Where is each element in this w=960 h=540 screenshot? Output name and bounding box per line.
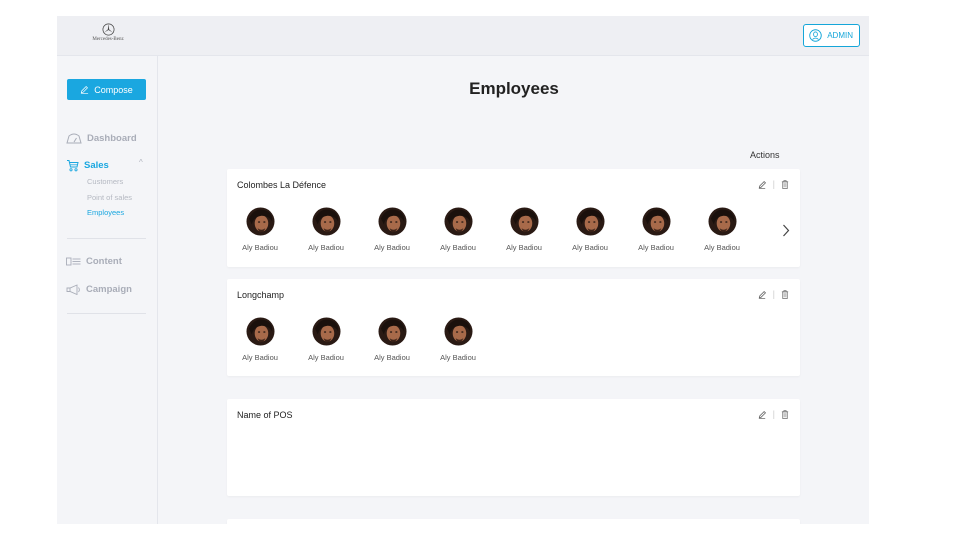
sidebar-item-label: Sales [84, 160, 109, 171]
chevron-up-icon[interactable]: ^ [139, 158, 143, 167]
avatar [509, 207, 539, 236]
card-actions: | [758, 179, 789, 189]
admin-label: ADMIN [827, 31, 853, 40]
sidebar-item-content[interactable]: Content [66, 256, 122, 267]
employee-item[interactable]: Aly Badiou [496, 207, 552, 252]
employee-item[interactable]: Aly Badiou [364, 207, 420, 252]
chevron-right-icon[interactable] [782, 224, 790, 237]
trash-icon[interactable] [781, 409, 789, 419]
separator-icon: | [772, 289, 775, 299]
employee-name: Aly Badiou [374, 353, 410, 362]
compose-label: Compose [94, 84, 133, 95]
megaphone-icon [66, 284, 80, 295]
pos-name: Name of POS [237, 410, 293, 420]
employee-name: Aly Badiou [638, 243, 674, 252]
pos-card: Longchamp | Aly Badiou Aly Badiou Aly Badi… [227, 279, 800, 376]
top-bar: Mercedes-Benz ADMIN [57, 16, 869, 56]
employee-item[interactable]: Aly Badiou [232, 317, 288, 362]
avatar [377, 207, 407, 236]
employee-name: Aly Badiou [704, 243, 740, 252]
edit-icon[interactable] [758, 290, 767, 299]
avatar [707, 207, 737, 236]
avatar [377, 317, 407, 346]
employee-item[interactable]: Aly Badiou [694, 207, 750, 252]
dashboard-icon [66, 133, 82, 144]
employee-item[interactable]: Aly Badiou [232, 207, 288, 252]
brand-logo[interactable]: Mercedes-Benz [85, 23, 131, 42]
employee-name: Aly Badiou [374, 243, 410, 252]
employee-name: Aly Badiou [242, 353, 278, 362]
sidebar-item-sales[interactable]: Sales [66, 159, 109, 172]
employee-name: Aly Badiou [572, 243, 608, 252]
sidebar-divider [67, 238, 146, 239]
sidebar-divider [67, 313, 146, 314]
sidebar: Compose Dashboard Sales ^ Customers Poin… [57, 56, 158, 524]
separator-icon: | [772, 409, 775, 419]
employee-item[interactable]: Aly Badiou [298, 207, 354, 252]
content-icon [66, 257, 81, 266]
employee-name: Aly Badiou [440, 353, 476, 362]
sidebar-item-campaign[interactable]: Campaign [66, 284, 132, 295]
employee-name: Aly Badiou [242, 243, 278, 252]
employee-name: Aly Badiou [440, 243, 476, 252]
employee-item[interactable]: Aly Badiou [430, 317, 486, 362]
user-icon [809, 29, 822, 42]
main-content: Employees Actions Colombes La Défence | … [159, 56, 869, 524]
employee-item[interactable]: Aly Badiou [628, 207, 684, 252]
mercedes-star-icon [102, 23, 114, 36]
pos-name: Colombes La Défence [237, 180, 327, 190]
employee-name: Aly Badiou [506, 243, 542, 252]
separator-icon: | [772, 179, 775, 189]
sidebar-subitem-customers[interactable]: Customers [87, 177, 123, 186]
sidebar-subitem-point-of-sales[interactable]: Point of sales [87, 193, 132, 202]
edit-icon[interactable] [758, 410, 767, 419]
employee-item[interactable]: Aly Badiou [364, 317, 420, 362]
avatar [311, 317, 341, 346]
avatar [311, 207, 341, 236]
employee-name: Aly Badiou [308, 353, 344, 362]
card-actions: | [758, 409, 789, 419]
sidebar-item-label: Content [86, 256, 122, 267]
sidebar-item-label: Dashboard [87, 133, 137, 144]
actions-column-label: Actions [750, 150, 780, 160]
pos-card: Colombes La Défence | Aly Badiou Aly Badi… [227, 169, 800, 267]
cart-icon [67, 160, 79, 172]
employee-item[interactable]: Aly Badiou [562, 207, 618, 252]
pencil-icon [81, 86, 89, 94]
avatar [575, 207, 605, 236]
trash-icon[interactable] [781, 289, 789, 299]
sidebar-item-dashboard[interactable]: Dashboard [66, 133, 137, 144]
employee-name: Aly Badiou [308, 243, 344, 252]
pos-card [227, 519, 800, 524]
sidebar-item-label: Campaign [86, 284, 132, 295]
pos-card: Name of POS | [227, 399, 800, 496]
compose-button[interactable]: Compose [67, 79, 146, 100]
edit-icon[interactable] [758, 180, 767, 189]
avatar [245, 207, 275, 236]
avatar [443, 207, 473, 236]
card-actions: | [758, 289, 789, 299]
page-title: Employees [469, 79, 559, 98]
logo-text: Mercedes-Benz [92, 37, 124, 42]
pos-name: Longchamp [237, 290, 285, 300]
employee-item[interactable]: Aly Badiou [298, 317, 354, 362]
avatar [443, 317, 473, 346]
avatar [641, 207, 671, 236]
app-window: Mercedes-Benz ADMIN Compose Dashboard Sa… [57, 16, 869, 524]
sidebar-subitem-employees[interactable]: Employees [87, 208, 124, 217]
trash-icon[interactable] [781, 179, 789, 189]
employee-item[interactable]: Aly Badiou [430, 207, 486, 252]
admin-button[interactable]: ADMIN [803, 24, 860, 47]
avatar [245, 317, 275, 346]
